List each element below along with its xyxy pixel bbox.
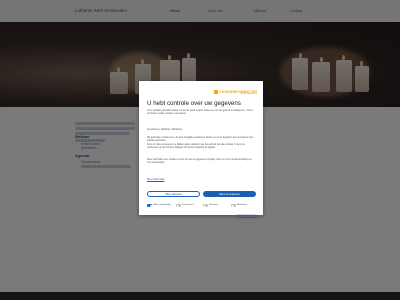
customize-preferences-link[interactable]: Details aanpassen: [237, 214, 257, 217]
toggle-marketing[interactable]: Marketing: [231, 204, 247, 207]
toggle-label: Statistiek: [209, 204, 218, 207]
more-info-link[interactable]: Meer informatie: [147, 178, 164, 181]
body-text-2: Door op 'Alles accepteren' te klikken ga…: [147, 144, 245, 149]
body-text-1: Wij gebruiken cookies om u de best mogel…: [147, 137, 254, 142]
toggle-label: Strikt noodzakelijk: [153, 204, 171, 207]
toggle-label: Functioneel: [182, 204, 194, 207]
toggle-switch-on[interactable]: [147, 204, 152, 207]
body-text-3: Meer informatie over cookies en hoe wij …: [147, 159, 252, 164]
toggle-functional[interactable]: Functioneel: [176, 204, 193, 207]
toggle-switch-off[interactable]: [176, 204, 181, 207]
toggle-statistics[interactable]: Statistiek: [203, 204, 218, 207]
toggle-label: Marketing: [237, 204, 247, 207]
cookie-consent-dialog: COOKIEINFORMATION cookie compliance U he…: [139, 81, 263, 217]
dialog-title: U hebt controle over uw gegevens: [147, 100, 241, 107]
logo-subtitle: cookie compliance: [240, 93, 257, 95]
logo-icon: [214, 89, 219, 94]
category-list: Functioneel, Statistiek, Marketing: [147, 128, 183, 131]
deny-all-button[interactable]: Alles afwijzen: [147, 191, 200, 197]
toggle-switch-off[interactable]: [203, 204, 208, 207]
cookie-toggles: Strikt noodzakelijk Functioneel Statisti…: [147, 203, 257, 211]
accept-all-button[interactable]: Alles accepteren: [203, 191, 256, 197]
toggle-necessary[interactable]: Strikt noodzakelijk: [147, 204, 171, 207]
toggle-switch-off[interactable]: [231, 204, 236, 207]
intro-text: Onze website gebruikt cookies om de site…: [147, 110, 253, 115]
